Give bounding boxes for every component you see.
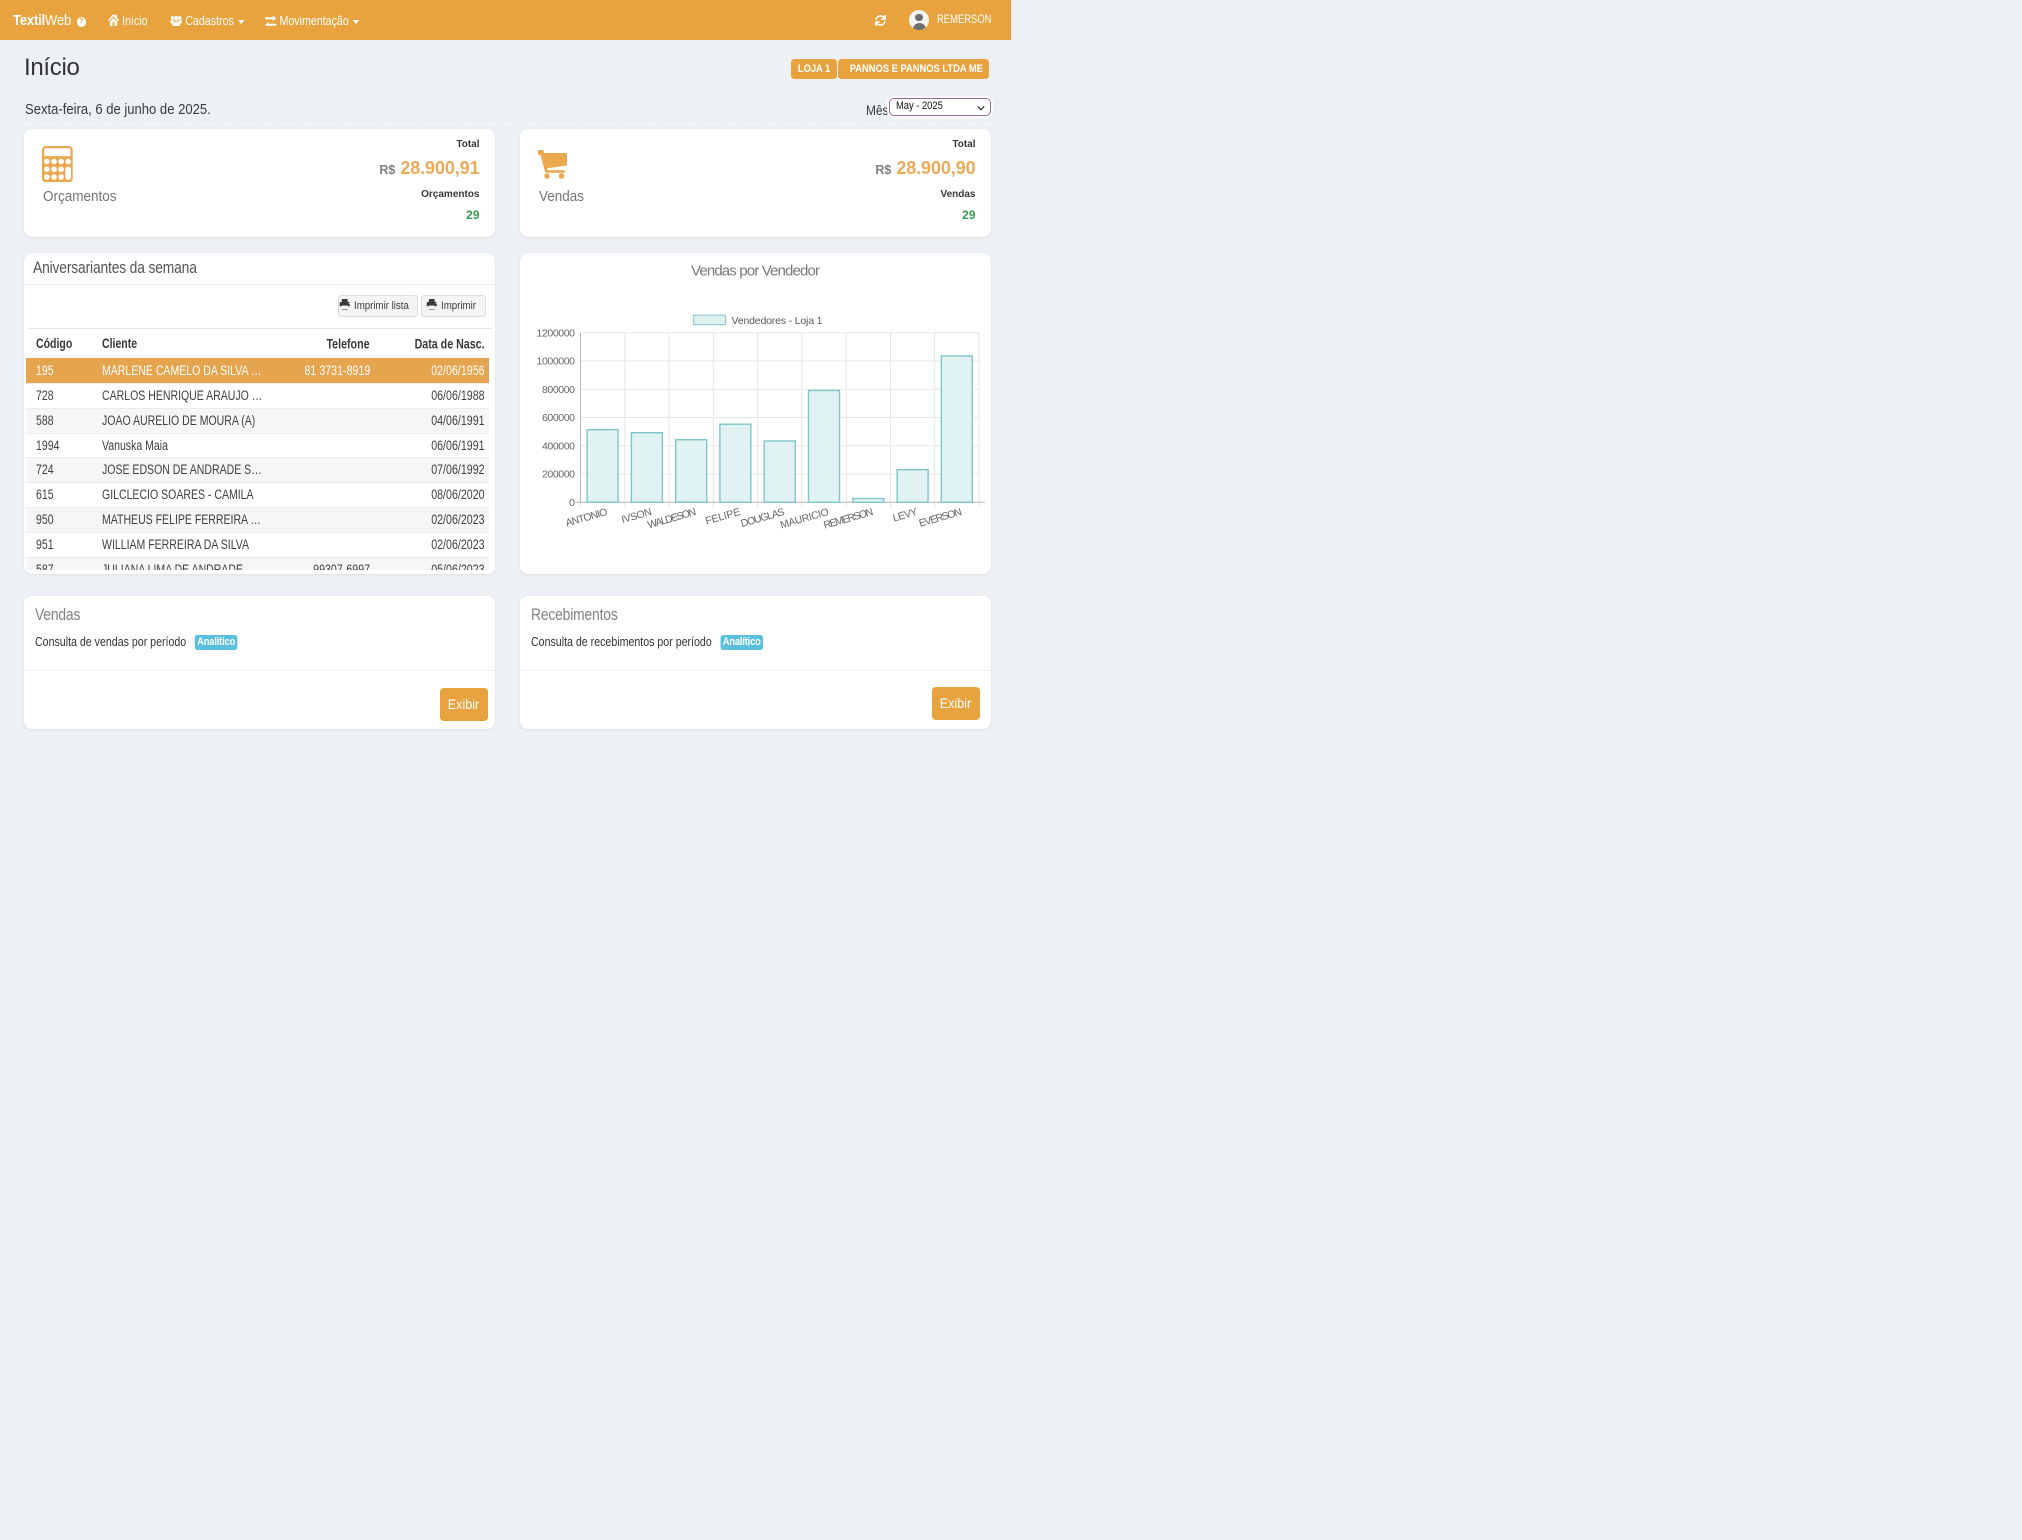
svg-text:REMERSON: REMERSON bbox=[822, 506, 874, 532]
svg-text:1000000: 1000000 bbox=[536, 356, 575, 368]
svg-text:400000: 400000 bbox=[542, 441, 575, 453]
svg-text:MAURICIO: MAURICIO bbox=[778, 506, 829, 531]
svg-text:800000: 800000 bbox=[542, 384, 575, 396]
svg-text:600000: 600000 bbox=[542, 412, 575, 424]
svg-text:LEVY: LEVY bbox=[891, 506, 918, 524]
svg-text:EVERSON: EVERSON bbox=[917, 506, 963, 530]
svg-text:FELIPE: FELIPE bbox=[703, 506, 741, 527]
svg-text:WALDESON: WALDESON bbox=[646, 506, 697, 531]
svg-text:ANTONIO: ANTONIO bbox=[564, 506, 609, 529]
svg-text:200000: 200000 bbox=[542, 469, 575, 481]
svg-text:Vendas por Vendedor: Vendas por Vendedor bbox=[691, 263, 820, 280]
svg-text:0: 0 bbox=[569, 497, 575, 509]
svg-text:DOUGLAS: DOUGLAS bbox=[739, 506, 786, 530]
svg-text:1200000: 1200000 bbox=[536, 328, 575, 340]
svg-text:Vendedores - Loja 1: Vendedores - Loja 1 bbox=[731, 315, 822, 327]
